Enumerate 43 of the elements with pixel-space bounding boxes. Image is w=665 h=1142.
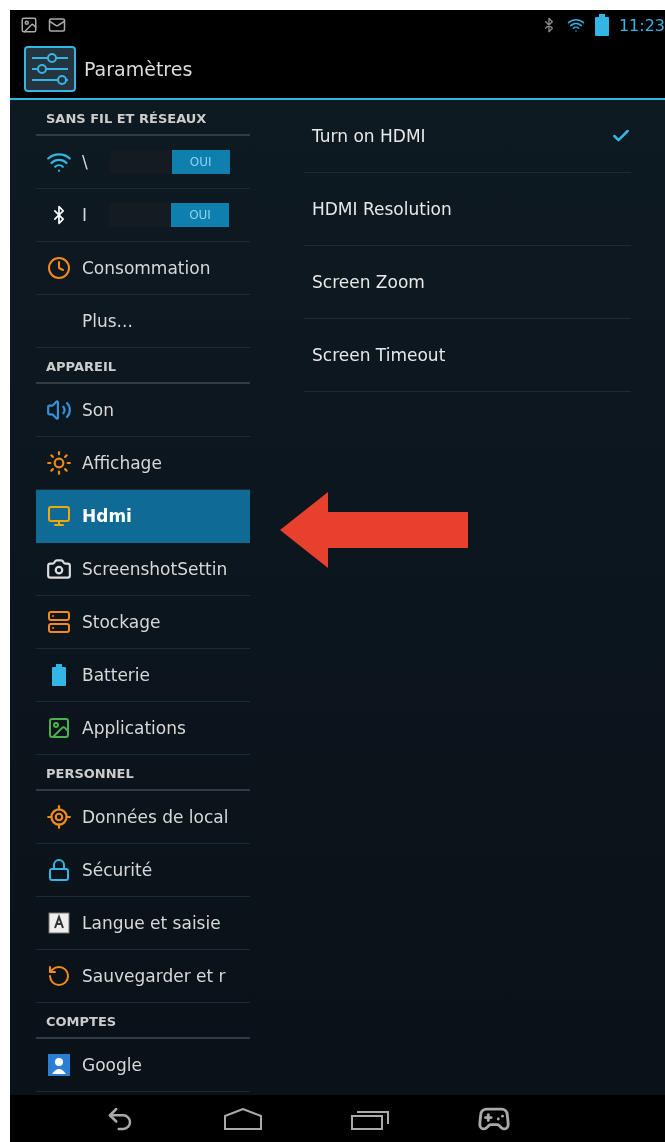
lock-icon [47,858,71,882]
brightness-icon [46,450,72,476]
battery-icon [594,14,609,36]
settings-category[interactable]: Hdmi [36,490,250,543]
camera-icon [46,556,72,582]
settings-category[interactable]: ScreenshotSettin [36,543,250,596]
home-icon[interactable] [222,1107,263,1130]
settings-category[interactable]: I OUI [36,189,250,242]
speaker-icon [46,397,72,423]
storage-icon [47,610,71,634]
clock-time: 11:23 [618,15,665,35]
location-icon [46,804,72,830]
settings-category[interactable]: Applications [36,702,250,755]
keyboard-key-icon [48,912,70,934]
settings-category[interactable]: Sauvegarder et r [36,950,250,1003]
settings-category[interactable]: \ OUI [36,136,250,189]
settings-category[interactable]: Consommation [36,242,250,295]
section-header: SANS FIL ET RÉSEAUX [36,100,250,136]
account-icon [48,1054,70,1076]
settings-sliders-icon[interactable] [24,46,76,92]
restore-icon [47,964,71,988]
wifi-icon [566,16,585,34]
settings-category[interactable]: Sécurité [36,844,250,897]
section-header: APPAREIL [36,348,250,384]
app-title: Paramètres [84,58,193,80]
settings-category[interactable]: Son [36,384,250,437]
monitor-icon [47,504,71,528]
settings-category[interactable]: Plus... [36,295,250,348]
settings-category[interactable]: Google [36,1039,250,1092]
picture-icon [47,716,71,740]
settings-category[interactable]: Stockage [36,596,250,649]
section-header: PERSONNEL [36,755,250,791]
battery-icon [52,664,66,686]
settings-category[interactable]: Données de local [36,791,250,844]
setting-row[interactable]: Screen Zoom [304,246,631,319]
setting-row[interactable]: HDMI Resolution [304,173,631,246]
setting-row[interactable]: Screen Timeout [304,319,631,392]
setting-row[interactable]: Turn on HDMI [304,100,631,173]
section-header: COMPTES [36,1003,250,1039]
settings-category[interactable]: Langue et saisie [36,897,250,950]
mail-icon [48,16,66,34]
settings-category[interactable]: Batterie [36,649,250,702]
picture-icon [20,16,38,34]
